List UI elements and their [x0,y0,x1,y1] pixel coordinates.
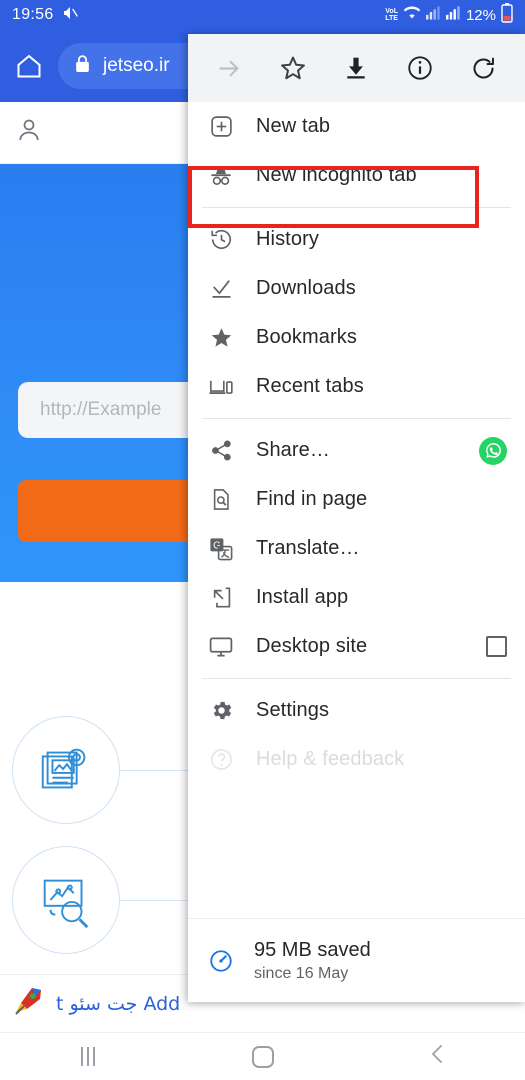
menu-item-translate[interactable]: G Translate… [188,524,525,573]
reload-icon[interactable] [461,46,505,90]
star-outline-icon[interactable] [271,46,315,90]
menu-item-share[interactable]: Share… [188,426,525,475]
data-saver-icon [208,948,234,974]
data-saver-subtitle: since 16 May [254,964,349,982]
mute-icon [62,5,78,26]
download-icon[interactable] [334,46,378,90]
menu-item-recent-tabs[interactable]: Recent tabs [188,362,525,411]
settings-gear-icon [208,698,234,724]
menu-item-label: Bookmarks [256,326,357,348]
home-icon[interactable] [14,51,44,81]
signal-bars-icon [425,5,441,25]
battery-low-icon [501,2,513,28]
url-text: jetseo.ir [103,55,170,76]
person-icon[interactable] [14,115,44,150]
menu-divider [202,418,511,419]
forward-arrow-icon[interactable] [208,46,252,90]
menu-item-label: Find in page [256,488,368,510]
home-button[interactable] [233,1037,293,1077]
menu-divider [202,207,511,208]
analytics-search-icon [12,846,120,954]
menu-item-new-tab[interactable]: New tab [188,102,525,151]
menu-item-find-in-page[interactable]: Find in page [188,475,525,524]
battery-percent: 12% [465,6,496,24]
menu-item-label: New tab [256,115,331,137]
menu-items-list: New tab New incognito tab History Downlo… [188,102,525,918]
menu-item-label: Desktop site [256,635,368,657]
menu-divider [202,678,511,679]
recents-icon [80,1047,95,1066]
install-app-icon [208,585,234,611]
page-info-icon[interactable] [398,46,442,90]
rocket-icon [12,984,46,1023]
menu-item-downloads[interactable]: Downloads [188,264,525,313]
menu-item-label: Translate… [256,537,360,559]
bottom-bar-text[interactable]: Add جت سئو t [56,993,180,1015]
menu-item-new-incognito-tab[interactable]: New incognito tab [188,151,525,200]
recents-button[interactable] [58,1037,118,1077]
menu-item-label: Recent tabs [256,375,364,397]
wifi-icon [403,5,421,25]
signal-bars-icon [445,5,461,25]
volte-line2: LTE [385,15,398,22]
share-icon [208,438,234,464]
phone-screen: و تحلیل رایگان آن را http://Example ل کن… [0,0,525,1080]
desktop-site-checkbox[interactable] [486,636,507,657]
translate-icon: G [208,536,234,562]
browser-overflow-menu: New tab New incognito tab History Downlo… [188,34,525,1002]
menu-item-settings[interactable]: Settings [188,686,525,735]
lock-icon [74,54,91,78]
status-bar-left: 19:56 [12,5,78,26]
menu-item-label: Settings [256,699,330,721]
menu-item-desktop-site[interactable]: Desktop site [188,622,525,671]
menu-item-history[interactable]: History [188,215,525,264]
menu-item-label: New incognito tab [256,164,417,186]
url-analysis-placeholder: http://Example [40,399,162,420]
help-icon [208,747,234,773]
star-filled-icon [208,325,234,351]
android-navigation-bar [0,1032,525,1080]
menu-item-bookmarks[interactable]: Bookmarks [188,313,525,362]
status-clock: 19:56 [12,6,54,23]
menu-item-install-app[interactable]: Install app [188,573,525,622]
data-saver-footer[interactable]: 95 MB saved since 16 May [188,918,525,1002]
svg-text:G: G [213,540,221,551]
share-target-whatsapp[interactable] [479,436,507,465]
home-square-icon [251,1045,274,1068]
downloads-icon [208,276,234,302]
menu-item-label: Help & feedback [256,748,405,770]
recent-tabs-icon [208,374,234,400]
menu-item-label: Downloads [256,277,356,299]
menu-item-label: History [256,228,319,250]
back-chevron-icon [428,1043,448,1070]
menu-header-actions [188,34,525,102]
menu-item-label: Share… [256,439,330,461]
menu-item-label: Install app [256,586,349,608]
volte-line1: VoL [385,8,398,15]
status-bar: 19:56 VoL LTE 12% [0,0,525,30]
whatsapp-icon [479,436,507,465]
status-bar-right: VoL LTE 12% [385,2,513,28]
history-icon [208,227,234,253]
data-saver-texts: 95 MB saved since 16 May [254,939,371,983]
document-preview-icon [12,716,120,824]
incognito-icon [208,163,234,189]
checkbox-unchecked-icon [486,636,507,657]
new-tab-icon [208,114,234,140]
desktop-site-icon [208,634,234,660]
menu-item-help-and-feedback[interactable]: Help & feedback [188,735,525,784]
data-saver-title: 95 MB saved [254,938,371,961]
volte-icon: VoL LTE [385,8,398,22]
find-in-page-icon [208,487,234,513]
back-button[interactable] [408,1037,468,1077]
